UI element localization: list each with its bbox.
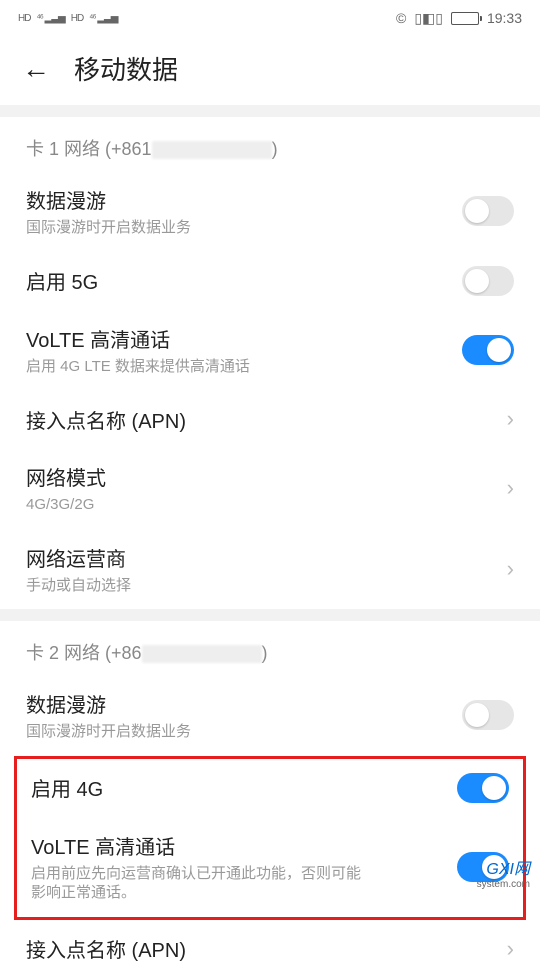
- 5g-toggle[interactable]: [462, 266, 514, 296]
- chevron-right-icon: ›: [507, 406, 514, 432]
- sim1-roaming-row[interactable]: 数据漫游 国际漫游时开启数据业务: [0, 171, 540, 252]
- hd-icon-2: HD: [71, 13, 83, 24]
- vibrate-icon: ▯◧▯: [414, 10, 443, 27]
- sim1-section: 卡 1 网络 (+861) 数据漫游 国际漫游时开启数据业务 启用 5G VoL…: [0, 117, 540, 609]
- sim2-4g-row[interactable]: 启用 4G: [17, 759, 523, 817]
- page-header: ← 移动数据: [0, 36, 540, 105]
- battery-icon: [451, 12, 479, 25]
- row-title: 网络运营商: [26, 543, 507, 572]
- highlight-box: 启用 4G VoLTE 高清通话 启用前应先向运营商确认已开通此功能，否则可能影…: [14, 756, 526, 920]
- volte-toggle[interactable]: [462, 335, 514, 365]
- redacted-number: [142, 645, 262, 663]
- row-subtitle: 国际漫游时开启数据业务: [26, 722, 366, 742]
- chevron-right-icon: ›: [507, 936, 514, 962]
- sim1-5g-row[interactable]: 启用 5G: [0, 252, 540, 310]
- sim1-apn-row[interactable]: 接入点名称 (APN) ›: [0, 390, 540, 448]
- page-title: 移动数据: [74, 50, 178, 87]
- row-subtitle: 国际漫游时开启数据业务: [26, 218, 366, 238]
- row-title: 启用 5G: [26, 266, 462, 295]
- status-bar: HD ⁴⁶ ▂▃▅ HD ⁴⁶ ▂▃▅ © ▯◧▯ 19:33: [0, 0, 540, 36]
- row-subtitle: 启用前应先向运营商确认已开通此功能，否则可能影响正常通话。: [31, 864, 371, 903]
- chevron-right-icon: ›: [507, 556, 514, 582]
- sim2-header: 卡 2 网络 (+86): [0, 621, 540, 675]
- row-title: 数据漫游: [26, 185, 462, 214]
- sim1-volte-row[interactable]: VoLTE 高清通话 启用 4G LTE 数据来提供高清通话: [0, 310, 540, 391]
- row-subtitle: 手动或自动选择: [26, 576, 366, 596]
- status-left: HD ⁴⁶ ▂▃▅ HD ⁴⁶ ▂▃▅: [18, 13, 117, 24]
- row-subtitle: 启用 4G LTE 数据来提供高清通话: [26, 357, 366, 377]
- hd-icon: HD: [18, 13, 30, 24]
- 4g-toggle[interactable]: [457, 773, 509, 803]
- watermark-sub: system.com: [477, 879, 530, 890]
- sim2-section: 卡 2 网络 (+86) 数据漫游 国际漫游时开启数据业务 启用 4G VoLT…: [0, 621, 540, 978]
- sim2-volte-row[interactable]: VoLTE 高清通话 启用前应先向运营商确认已开通此功能，否则可能影响正常通话。: [17, 817, 523, 917]
- roaming-toggle[interactable]: [462, 196, 514, 226]
- chevron-right-icon: ›: [507, 475, 514, 501]
- status-right: © ▯◧▯ 19:33: [396, 10, 522, 27]
- row-title: 接入点名称 (APN): [26, 405, 507, 434]
- sim1-netmode-row[interactable]: 网络模式 4G/3G/2G ›: [0, 448, 540, 529]
- watermark: GXI网 system.com: [477, 861, 530, 890]
- sim2-apn-row[interactable]: 接入点名称 (APN) ›: [0, 920, 540, 978]
- sim1-header: 卡 1 网络 (+861): [0, 117, 540, 171]
- row-title: 数据漫游: [26, 689, 462, 718]
- redacted-number: [152, 141, 272, 159]
- signal-1-icon: ⁴⁶ ▂▃▅: [36, 13, 64, 24]
- alarm-icon: ©: [396, 10, 406, 26]
- signal-2-icon: ⁴⁶ ▂▃▅: [89, 13, 117, 24]
- back-icon[interactable]: ←: [22, 55, 50, 83]
- sim1-carrier-row[interactable]: 网络运营商 手动或自动选择 ›: [0, 529, 540, 610]
- clock-time: 19:33: [487, 10, 522, 26]
- row-title: 接入点名称 (APN): [26, 934, 507, 963]
- row-title: 网络模式: [26, 462, 507, 491]
- row-title: VoLTE 高清通话: [26, 324, 462, 353]
- row-title: VoLTE 高清通话: [31, 831, 457, 860]
- row-title: 启用 4G: [31, 773, 457, 802]
- watermark-text: GXI网: [486, 861, 530, 879]
- row-subtitle: 4G/3G/2G: [26, 495, 366, 515]
- roaming-toggle[interactable]: [462, 700, 514, 730]
- sim2-roaming-row[interactable]: 数据漫游 国际漫游时开启数据业务: [0, 675, 540, 756]
